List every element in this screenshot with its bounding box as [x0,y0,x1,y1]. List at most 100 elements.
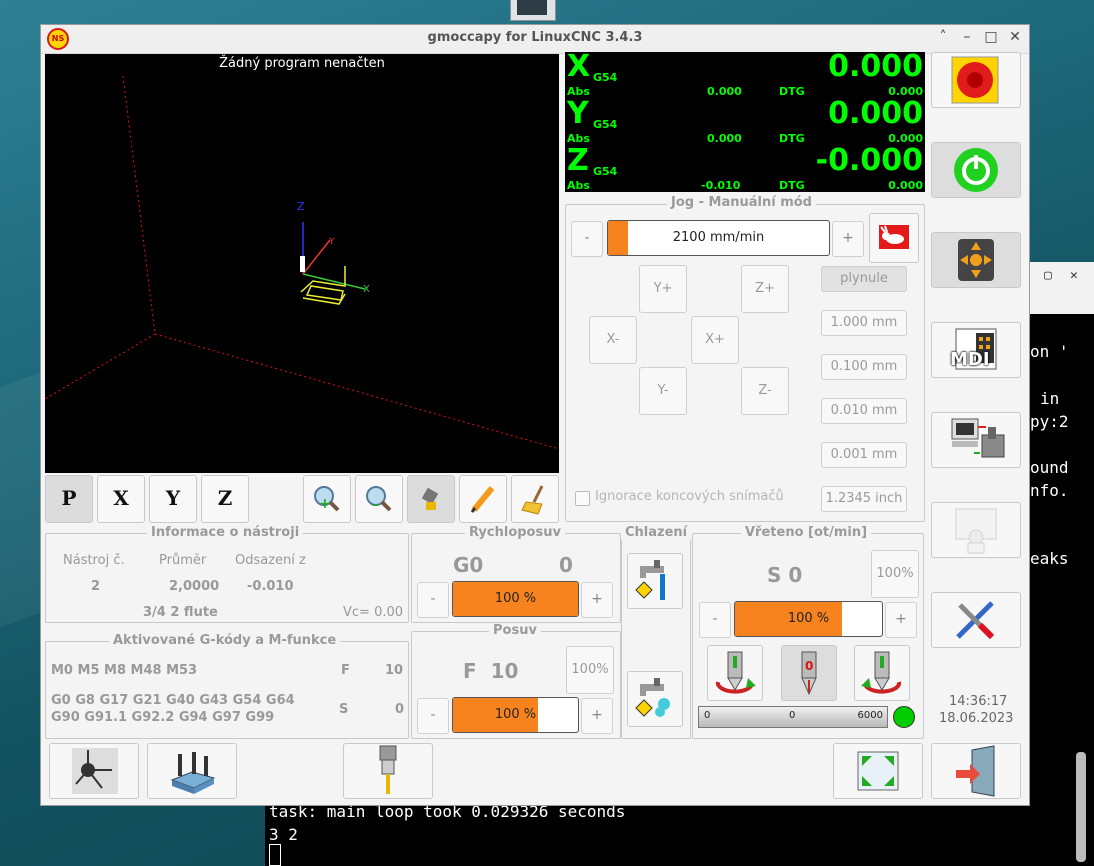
ignore-limits-checkbox[interactable] [575,491,590,506]
active-g-codes-line1: G0 G8 G17 G21 G40 G43 G54 G64 [51,693,295,708]
clock-date: 18.06.2023 [939,711,1014,726]
spindle-stop-icon: 0 [801,651,817,696]
jog-increment-continuous[interactable]: plynule [821,266,907,292]
dro-z-dtg: 0.000 [888,179,923,192]
jog-increment-1mm[interactable]: 1.000 mm [821,310,907,336]
terminal-titlebar[interactable]: ▢ ✕ [1030,262,1094,314]
gcode-preview[interactable]: Žádný program nenačten Z X Y [45,54,559,473]
clear-preview-button[interactable] [511,475,559,523]
jog-increment-inch[interactable]: 1.2345 inch [821,486,907,512]
machine-power-button[interactable] [931,142,1021,198]
view-y-button[interactable]: Y [149,475,197,523]
auto-mode-button[interactable] [931,412,1021,468]
terminal-maximize-icon[interactable]: ▢ [1044,268,1052,283]
jog-y-minus-button[interactable]: Y- [639,367,687,415]
svg-text:+: + [319,496,331,512]
show-dimensions-button[interactable] [407,475,455,523]
zoom-in-button[interactable]: + [303,475,351,523]
gcodes-s-value: 0 [395,702,405,717]
ref-all-button[interactable] [49,743,139,799]
view-perspective-button[interactable]: P [45,475,93,523]
rapid-override-slider[interactable]: 100 % [452,581,579,617]
emergency-stop-button[interactable] [931,52,1021,108]
fullscreen-button[interactable] [833,743,923,799]
svg-text:-: - [372,497,378,513]
dro-x-abs: 0.000 [707,85,742,98]
jog-x-plus-button[interactable]: X+ [691,316,739,364]
view-z-button[interactable]: Z [201,475,249,523]
toolpath [300,266,346,305]
spindle-at-speed-led [893,706,915,728]
feed-override-slider[interactable]: 100 % [452,697,579,733]
dro-x-value: 0.000 [828,49,923,84]
window-minimize-icon[interactable]: – [959,29,975,45]
terminal-line: eaks [1030,549,1069,568]
edit-button[interactable] [459,475,507,523]
spindle-stop-button[interactable]: 0 [781,645,837,701]
settings-button[interactable] [931,592,1021,648]
dro-y-offset: G54 [593,118,618,131]
rapid-override-plus[interactable]: + [581,582,613,618]
computer-machine-icon [951,418,1005,458]
feed-override-minus[interactable]: - [417,698,449,734]
exit-button[interactable] [931,743,1021,799]
jog-increment-0-001mm[interactable]: 0.001 mm [821,442,907,468]
mdi-mode-button[interactable]: MDI [931,322,1021,378]
jog-z-minus-button[interactable]: Z- [741,367,789,415]
jog-z-plus-button[interactable]: Z+ [741,265,789,313]
jog-increment-0-1mm[interactable]: 0.100 mm [821,354,907,380]
window-shade-icon[interactable]: ˄ [935,29,951,45]
rapid-override-minus[interactable]: - [417,582,449,618]
desktop-panel-icon[interactable] [510,0,556,21]
mist-coolant-icon [635,678,670,717]
jog-increment-0-01mm[interactable]: 0.010 mm [821,398,907,424]
terminal-line: in [1040,389,1060,408]
jog-y-plus-button[interactable]: Y+ [639,265,687,313]
mist-coolant-button[interactable] [627,671,683,727]
dro-z-axis-label: Z [567,143,589,178]
tool-dimension-icon [421,487,439,510]
spindle-cw-icon [715,651,756,694]
feed-override-plus[interactable]: + [581,698,613,734]
window-close-icon[interactable]: ✕ [1007,29,1023,45]
jog-rabbit-turtle-button[interactable] [869,213,919,263]
tool-diameter-header: Průměr [159,553,207,568]
gcodes-s-label: S [339,702,349,717]
zoom-out-button[interactable]: - [355,475,403,523]
jog-arrows-icon [958,239,994,281]
tool-change-button[interactable] [343,743,433,799]
spindle-override-plus[interactable]: + [885,602,917,638]
spindle-override-slider[interactable]: 100 % [734,601,883,637]
spindle-reset-button[interactable]: 100% [871,550,919,598]
spindle-override-minus[interactable]: - [699,602,731,638]
tool-holder-icon [379,745,397,794]
manual-mode-button[interactable] [931,232,1021,288]
user-tabs-button[interactable] [931,502,1021,558]
rapid-value: 0 [559,553,573,577]
jog-speed-slider[interactable]: 2100 mm/min [607,220,830,256]
jog-speed-plus-button[interactable]: + [832,221,864,257]
terminal-cursor [269,844,281,866]
spindle-bar-max: 6000 [857,710,883,721]
spindle-reverse-button[interactable] [854,645,910,701]
dro-y-axis-label: Y [567,96,589,131]
terminal-line: nfo. [1030,481,1069,500]
touch-off-button[interactable] [147,743,237,799]
dro-display[interactable]: X G54 0.000 Abs 0.000 DTG 0.000 Y G54 0.… [565,49,925,192]
jog-speed-value: 2100 mm/min [672,230,765,245]
view-x-button[interactable]: X [97,475,145,523]
window-maximize-icon[interactable]: □ [983,29,999,45]
jog-x-minus-button[interactable]: X- [589,316,637,364]
flood-coolant-button[interactable] [627,553,683,609]
spindle-forward-button[interactable] [707,645,763,701]
jog-speed-minus-button[interactable]: - [571,221,603,257]
terminal-scrollbar[interactable] [1076,752,1086,862]
mdi-label: MDI [950,349,990,370]
terminal-close-icon[interactable]: ✕ [1070,268,1078,283]
feed-value: F 10 [463,659,519,683]
dro-y-abs: 0.000 [707,132,742,145]
coolant-title: Chlazení [621,525,692,540]
feed-reset-button[interactable]: 100% [566,646,614,694]
dro-z-abs-label: Abs [567,179,590,192]
flood-coolant-icon [635,560,665,600]
